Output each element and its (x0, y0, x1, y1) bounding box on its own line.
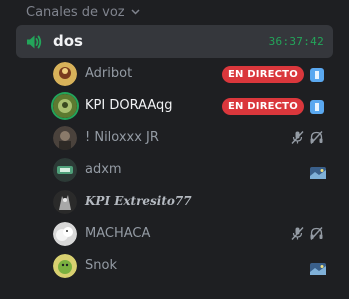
voice-user-adxm[interactable]: adxm (0, 154, 349, 186)
username: KPI DORAAqg (85, 98, 173, 113)
voice-user-snok[interactable]: Snok (0, 250, 349, 282)
game-activity-icon (310, 260, 326, 275)
username: Snok (85, 258, 117, 273)
avatar (53, 126, 77, 150)
channel-name: dos (53, 32, 83, 50)
status-icons (290, 226, 324, 245)
username: adxm (85, 162, 122, 177)
app-icon (310, 67, 324, 82)
avatar (53, 94, 77, 118)
username: MACHACA (85, 226, 151, 241)
voice-user-kpi-doraaqg[interactable]: KPI DORAAqg EN DIRECTO (0, 90, 349, 122)
mic-muted-icon (290, 226, 305, 245)
username: KPI Extresito77 (85, 194, 192, 208)
chevron-down-icon (131, 7, 140, 18)
live-badge: EN DIRECTO (222, 66, 304, 83)
avatar (53, 190, 77, 214)
call-timer: 36:37:42 (268, 35, 324, 48)
app-icon (310, 99, 324, 114)
avatar (53, 222, 77, 246)
username: Adribot (85, 66, 133, 81)
avatar (53, 158, 77, 182)
headset-deafened-icon (309, 130, 324, 149)
voice-user-kpi-extresito77[interactable]: KPI Extresito77 (0, 186, 349, 218)
section-title: Canales de voz (26, 5, 125, 20)
voice-channels-header[interactable]: Canales de voz (26, 5, 140, 20)
status-icons (290, 130, 324, 149)
avatar (53, 62, 77, 86)
voice-user-machaca[interactable]: MACHACA (0, 218, 349, 250)
voice-user-niloxxx-jr[interactable]: ! Niloxxx JR (0, 122, 349, 154)
headset-deafened-icon (309, 226, 324, 245)
live-badge: EN DIRECTO (222, 98, 304, 115)
voice-channel-dos[interactable]: dos 36:37:42 (16, 25, 333, 58)
game-activity-icon (310, 164, 326, 179)
mic-muted-icon (290, 130, 305, 149)
username: ! Niloxxx JR (85, 130, 159, 145)
voice-user-adribot[interactable]: Adribot EN DIRECTO (0, 58, 349, 90)
speaker-icon (25, 33, 43, 55)
avatar (53, 254, 77, 278)
